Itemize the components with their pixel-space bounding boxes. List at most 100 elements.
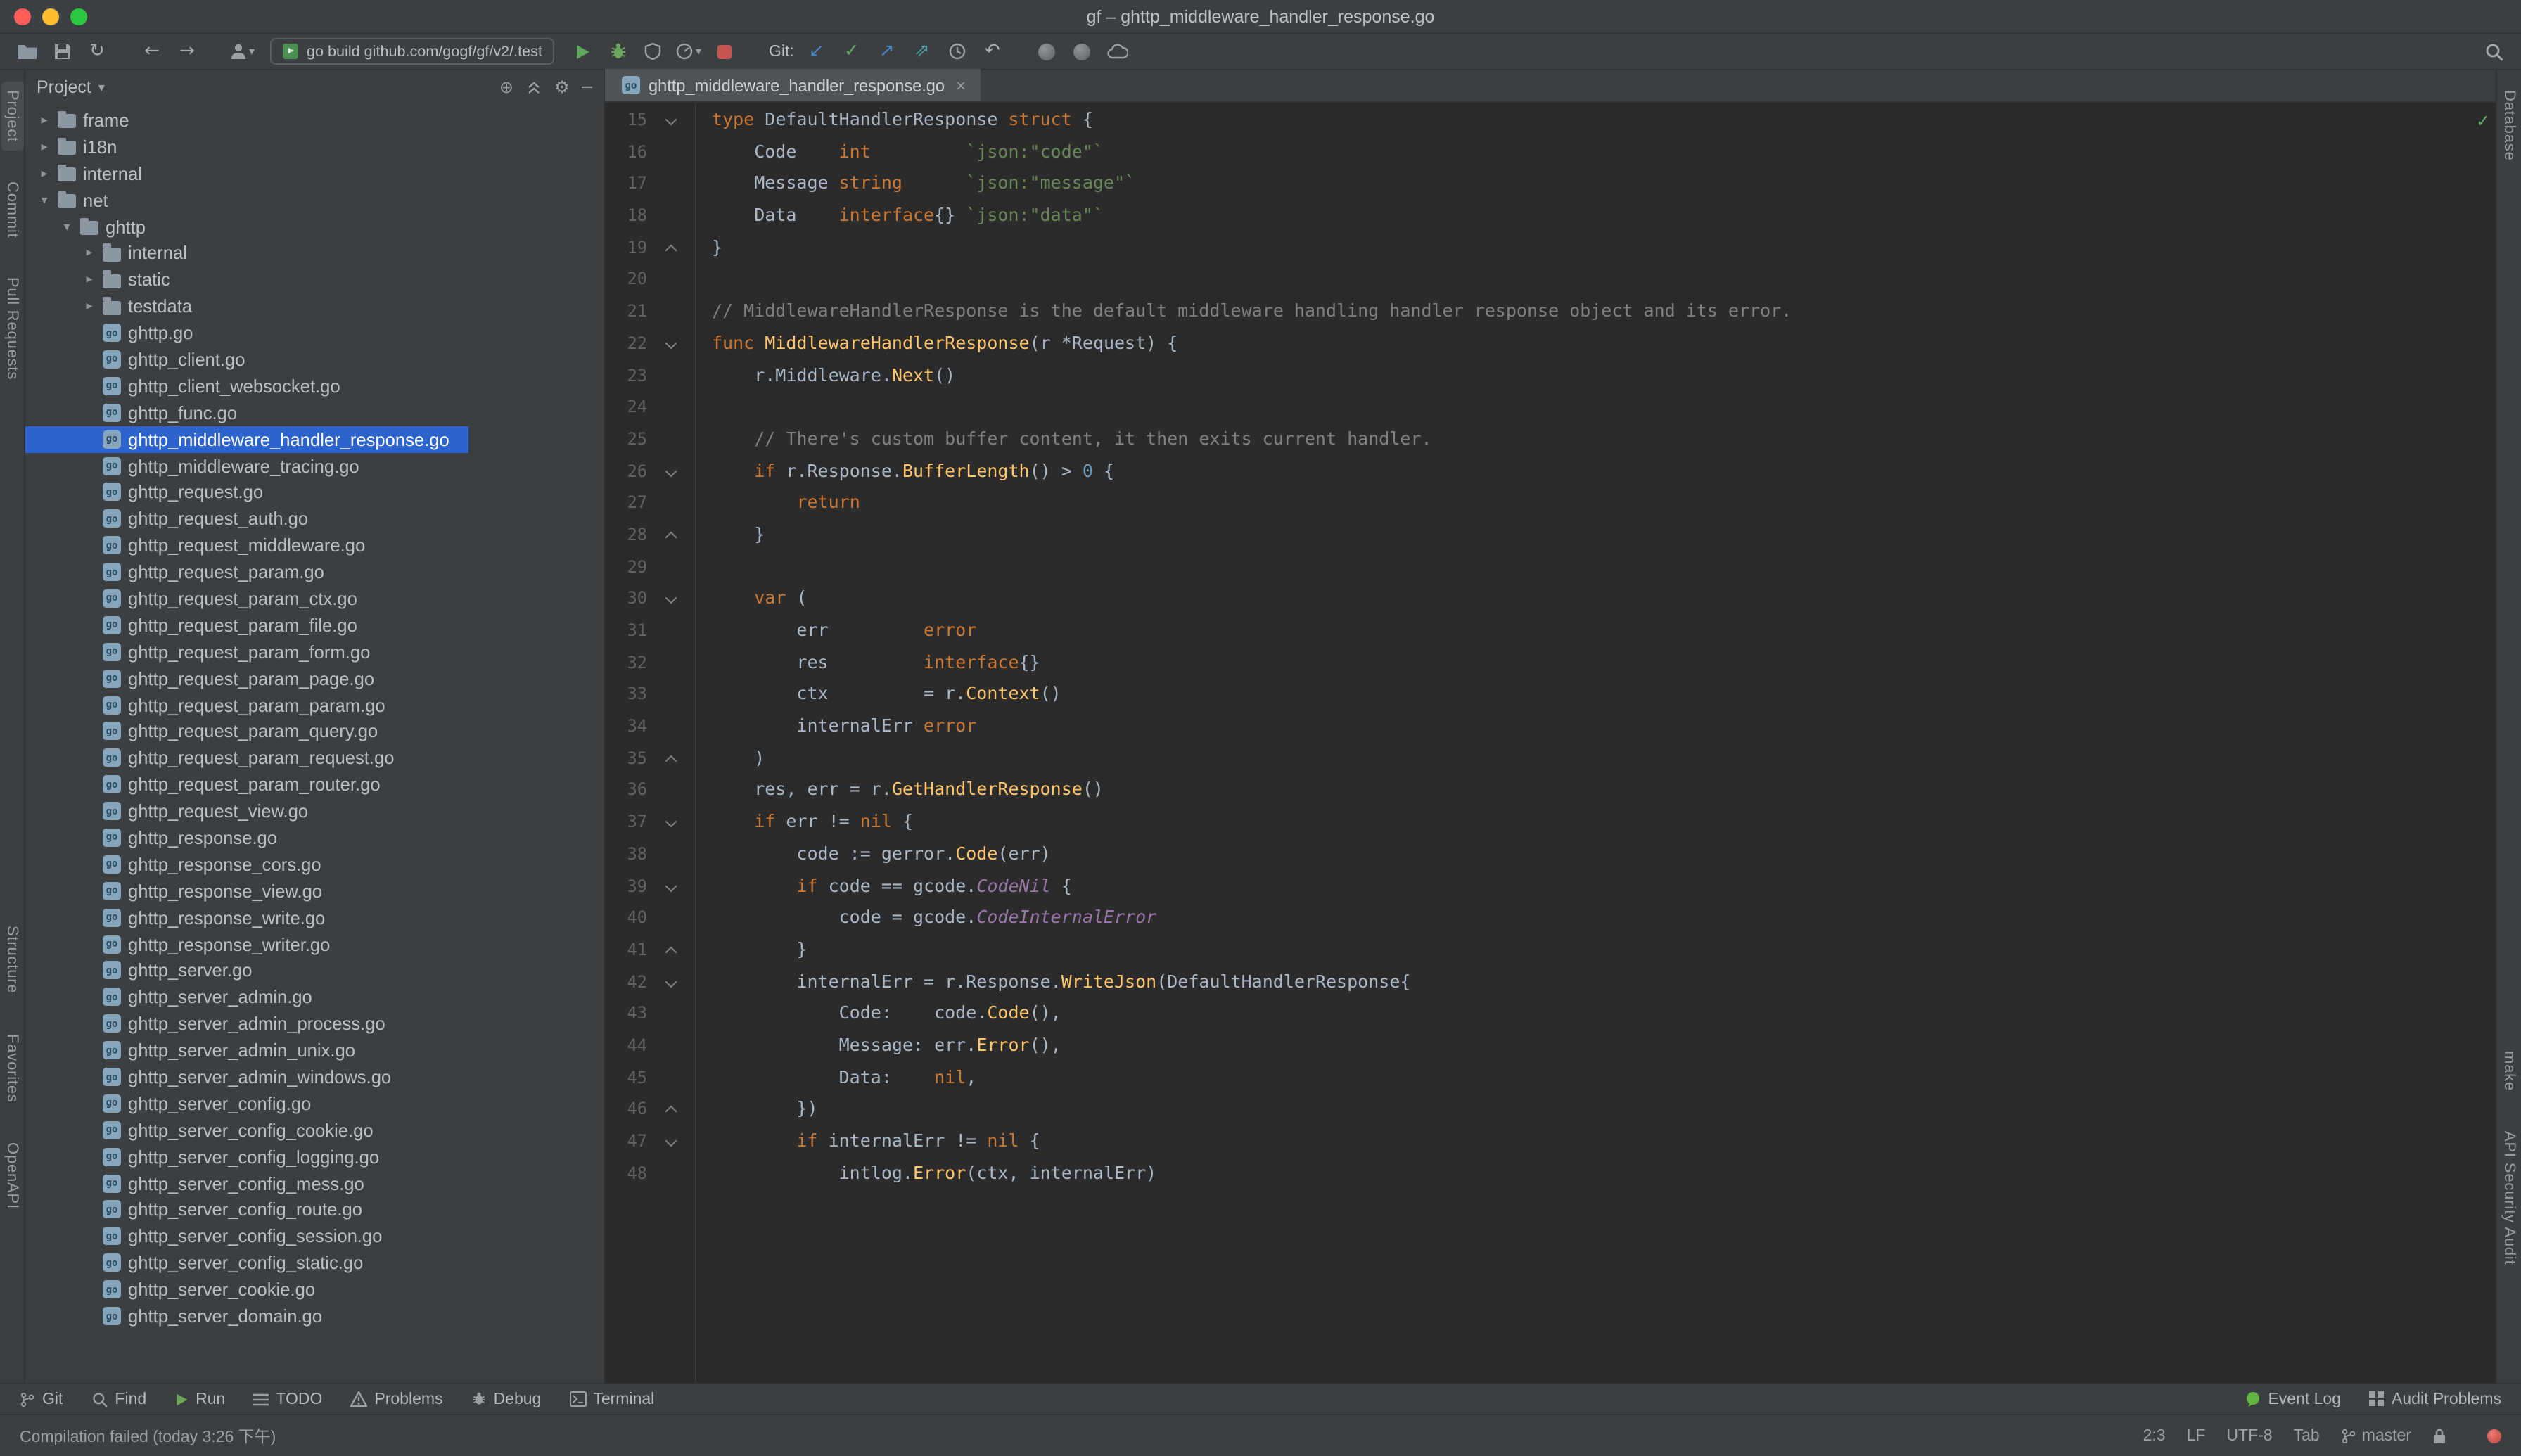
code-line[interactable]: 31 err error (605, 615, 2475, 646)
fold-marker-icon[interactable] (647, 455, 695, 487)
tree-item-file[interactable]: goghttp_server_cookie.go (25, 1276, 604, 1303)
debug-button[interactable] (606, 37, 631, 65)
git-branch-widget[interactable]: master (2341, 1427, 2411, 1444)
project-panel-title[interactable]: Project (37, 77, 91, 97)
history-icon[interactable] (945, 37, 970, 65)
tree-item-file[interactable]: goghttp_request_param.go (25, 558, 604, 585)
stripe-button-favorites[interactable]: Favorites (1, 1025, 23, 1111)
fold-marker-icon[interactable] (647, 1125, 695, 1157)
tree-item-file[interactable]: goghttp_request_param_page.go (25, 665, 604, 691)
run-configuration-select[interactable]: go build github.com/gogf/gf/v2/.test (270, 38, 555, 65)
fold-marker-icon[interactable] (647, 806, 695, 838)
tree-item-file[interactable]: goghttp_request_param_param.go (25, 691, 604, 718)
tree-item-file[interactable]: goghttp_server.go (25, 957, 604, 984)
notifications-error-icon[interactable] (2487, 1429, 2501, 1443)
tree-item-file[interactable]: goghttp_response_view.go (25, 878, 604, 905)
tree-item-file[interactable]: goghttp_response.go (25, 824, 604, 851)
close-tab-icon[interactable]: × (956, 75, 966, 95)
back-icon[interactable]: ← (139, 37, 165, 65)
editor-marker-bar[interactable]: ✓ (2475, 103, 2496, 1383)
code-line[interactable]: 25 // There's custom buffer content, it … (605, 423, 2475, 455)
code-line[interactable]: 18 Data interface{} `json:"data"` (605, 200, 2475, 231)
stripe-button-api-security-audit[interactable]: API Security Audit (2498, 1123, 2520, 1274)
tree-item-file[interactable]: goghttp_response_write.go (25, 904, 604, 931)
user-account-icon[interactable]: ▾ (229, 37, 255, 65)
lock-icon[interactable] (2432, 1427, 2446, 1444)
tree-chevron-icon[interactable]: ▾ (56, 219, 77, 234)
undo-icon[interactable]: ↶ (980, 37, 1005, 65)
tree-item-file[interactable]: goghttp_request_param_router.go (25, 772, 604, 798)
fold-marker-icon[interactable] (647, 870, 695, 902)
editor[interactable]: 15type DefaultHandlerResponse struct {16… (605, 103, 2496, 1383)
tree-item-folder[interactable]: ▸internal (25, 160, 604, 187)
code-line[interactable]: 26 if r.Response.BufferLength() > 0 { (605, 455, 2475, 487)
status-message[interactable]: Compilation failed (today 3:26 下午) (20, 1424, 276, 1447)
update-project-icon[interactable]: ↙ (804, 37, 829, 65)
tree-chevron-icon[interactable]: ▸ (34, 165, 55, 181)
tree-item-folder[interactable]: ▸testdata (25, 293, 604, 319)
tree-item-file[interactable]: goghttp_server_domain.go (25, 1303, 604, 1329)
tree-item-file[interactable]: goghttp_request.go (25, 479, 604, 506)
tool-window-button-event-log[interactable]: Event Log (2245, 1391, 2341, 1407)
fold-marker-icon[interactable] (647, 934, 695, 966)
fold-marker-icon[interactable] (647, 583, 695, 615)
cherry-pick-icon[interactable]: ⇗ (910, 37, 935, 65)
code-line[interactable]: 45 Data: nil, (605, 1061, 2475, 1093)
tree-item-file[interactable]: goghttp_server_admin_process.go (25, 1011, 604, 1037)
code-line[interactable]: 17 Message string `json:"message"` (605, 168, 2475, 200)
tree-item-file[interactable]: goghttp_server_config_static.go (25, 1250, 604, 1277)
code-line[interactable]: 47 if internalErr != nil { (605, 1125, 2475, 1157)
tool-window-button-terminal[interactable]: Terminal (569, 1391, 654, 1407)
code-line[interactable]: 15type DefaultHandlerResponse struct { (605, 104, 2475, 136)
code-line[interactable]: 44 Message: err.Error(), (605, 1030, 2475, 1061)
tree-item-file[interactable]: goghttp_client_websocket.go (25, 373, 604, 400)
fold-marker-icon[interactable] (647, 1094, 695, 1125)
search-everywhere-icon[interactable] (2482, 37, 2507, 65)
code-line[interactable]: 23 r.Middleware.Next() (605, 359, 2475, 391)
code-line[interactable]: 33 ctx = r.Context() (605, 679, 2475, 710)
code-line[interactable]: 36 res, err = r.GetHandlerResponse() (605, 774, 2475, 806)
tree-item-folder[interactable]: ▾net (25, 186, 604, 213)
tree-chevron-icon[interactable]: ▸ (79, 272, 100, 288)
code-line[interactable]: 19} (605, 232, 2475, 264)
tree-item-folder[interactable]: ▸static (25, 267, 604, 293)
tree-chevron-icon[interactable]: ▸ (79, 245, 100, 261)
tree-item-folder[interactable]: ▸internal (25, 240, 604, 267)
tree-chevron-icon[interactable]: ▸ (79, 298, 100, 314)
save-icon[interactable] (49, 37, 75, 65)
code-line[interactable]: 24 (605, 391, 2475, 423)
locate-file-icon[interactable]: ⊕ (499, 77, 513, 97)
tool-window-button-audit-problems[interactable]: Audit Problems (2369, 1391, 2501, 1407)
file-encoding[interactable]: UTF-8 (2226, 1427, 2272, 1444)
sphere-icon[interactable] (1070, 37, 1095, 65)
code-line[interactable]: 35 ) (605, 743, 2475, 774)
tree-item-folder[interactable]: ▸i18n (25, 134, 604, 160)
hide-panel-icon[interactable]: ─ (582, 77, 592, 97)
code-area[interactable]: 15type DefaultHandlerResponse struct {16… (605, 103, 2475, 1383)
open-folder-icon[interactable] (14, 37, 39, 65)
tree-item-file[interactable]: goghttp_server_admin.go (25, 984, 604, 1011)
tree-item-file[interactable]: goghttp_server_config_cookie.go (25, 1117, 604, 1144)
code-line[interactable]: 43 Code: code.Code(), (605, 998, 2475, 1030)
tree-item-file[interactable]: goghttp_server_admin_windows.go (25, 1064, 604, 1090)
tool-window-button-todo[interactable]: TODO (253, 1391, 322, 1407)
tree-item-file[interactable]: goghttp_middleware_tracing.go (25, 452, 604, 479)
editor-tab[interactable]: go ghttp_middleware_handler_response.go … (605, 69, 980, 101)
zoom-window-button[interactable] (70, 8, 87, 25)
sync-icon[interactable]: ↻ (84, 37, 110, 65)
code-line[interactable]: 41 } (605, 934, 2475, 966)
tree-item-file[interactable]: goghttp_server_admin_unix.go (25, 1037, 604, 1064)
tree-item-file[interactable]: goghttp_request_param_ctx.go (25, 585, 604, 612)
code-line[interactable]: 42 internalErr = r.Response.WriteJson(De… (605, 966, 2475, 997)
stripe-button-structure[interactable]: Structure (1, 918, 23, 1002)
stripe-button-pull-requests[interactable]: Pull Requests (1, 269, 23, 389)
tree-item-file[interactable]: goghttp_request_param_request.go (25, 745, 604, 772)
build-sphere-icon[interactable] (1035, 37, 1060, 65)
tree-chevron-icon[interactable]: ▸ (34, 113, 55, 128)
tree-item-folder[interactable]: ▾ghttp (25, 213, 604, 240)
tree-item-file[interactable]: goghttp_client.go (25, 346, 604, 373)
tree-item-file[interactable]: goghttp_request_middleware.go (25, 532, 604, 559)
tree-item-file[interactable]: goghttp_request_param_form.go (25, 639, 604, 665)
stripe-button-project[interactable]: Project (1, 82, 23, 151)
settings-gear-icon[interactable]: ⚙ (554, 77, 570, 97)
